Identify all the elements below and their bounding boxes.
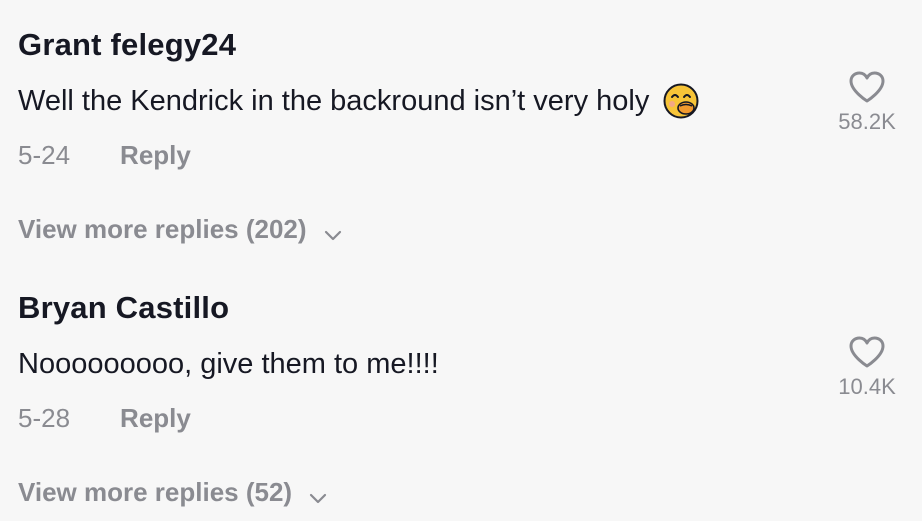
- like-button[interactable]: 10.4K: [822, 335, 912, 401]
- like-button[interactable]: 58.2K: [822, 70, 912, 136]
- view-more-replies-button[interactable]: View more replies (52): [18, 475, 328, 509]
- comment-username[interactable]: Grant felegy24: [18, 26, 922, 64]
- comment-text: Well the Kendrick in the backround isn’t…: [18, 85, 650, 117]
- comment-date: 5-28: [18, 403, 71, 433]
- like-count: 58.2K: [838, 109, 896, 134]
- comment-meta: 5-24 Reply: [18, 138, 191, 172]
- comment-meta: 5-28 Reply: [18, 401, 191, 435]
- view-more-replies-label: View more replies (202): [18, 214, 307, 244]
- comment-date: 5-24: [18, 140, 71, 170]
- comment-item: Grant felegy24 Well the Kendrick in the …: [18, 26, 922, 244]
- reply-button[interactable]: Reply: [120, 401, 191, 435]
- comment-text-row: Well the Kendrick in the backround isn’t…: [18, 82, 699, 120]
- reply-button[interactable]: Reply: [120, 138, 191, 172]
- heart-icon: [849, 71, 885, 103]
- comment-item: Bryan Castillo Nooooooooo, give them to …: [18, 289, 922, 507]
- heart-icon: [849, 336, 885, 368]
- like-count: 10.4K: [838, 374, 896, 399]
- chevron-down-icon: [308, 482, 328, 504]
- view-more-replies-label: View more replies (52): [18, 477, 293, 507]
- comment-username[interactable]: Bryan Castillo: [18, 289, 922, 327]
- comment-text-row: Nooooooooo, give them to me!!!!: [18, 345, 439, 383]
- chevron-down-icon: [323, 219, 343, 241]
- comment-text: Nooooooooo, give them to me!!!!: [18, 348, 439, 380]
- face-with-hand-over-mouth-icon: [663, 83, 699, 119]
- view-more-replies-button[interactable]: View more replies (202): [18, 212, 343, 246]
